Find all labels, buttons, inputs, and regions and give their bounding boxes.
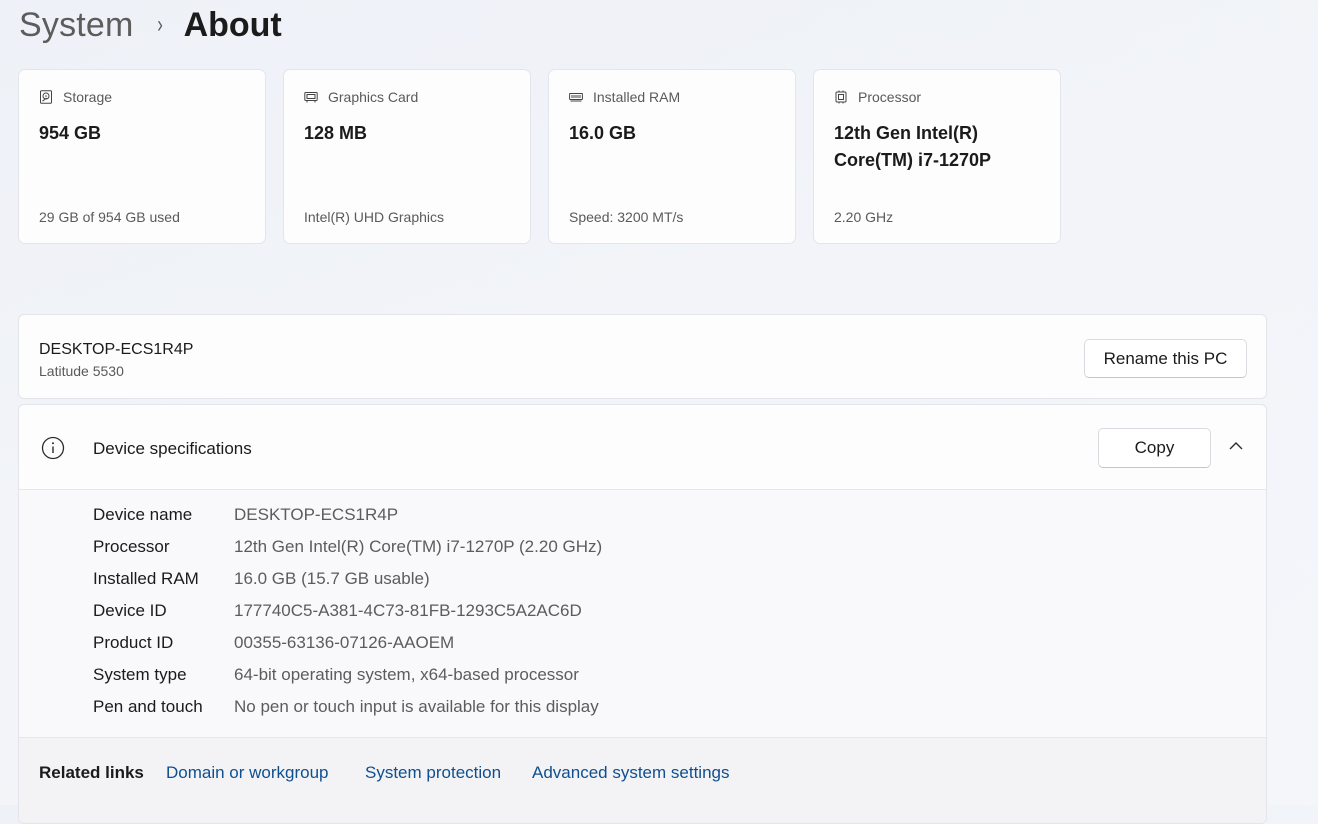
spec-row-device-id: Device ID 177740C5-A381-4C73-81FB-1293C5… [93, 600, 582, 622]
card-header: Processor [834, 89, 921, 105]
card-value: 954 GB [39, 123, 102, 143]
spec-label: Pen and touch [93, 697, 203, 716]
system-protection-link[interactable]: System protection [365, 763, 501, 783]
card-header: Installed RAM [569, 89, 680, 105]
device-specifications-header[interactable]: Device specifications Copy [19, 405, 1266, 490]
related-links-label: Related links [39, 763, 144, 782]
page-title: About [183, 5, 282, 44]
storage-icon [40, 90, 52, 104]
card-value: 16.0 GB [569, 123, 637, 143]
spec-label: Processor [93, 537, 170, 556]
spec-row-processor: Processor 12th Gen Intel(R) Core(TM) i7-… [93, 536, 602, 558]
ram-icon [569, 93, 583, 102]
spec-label: Product ID [93, 633, 174, 652]
device-specifications-list: Device name DESKTOP-ECS1R4P Processor 12… [19, 490, 1266, 737]
spec-value: 12th Gen Intel(R) Core(TM) i7-1270P (2.2… [234, 537, 603, 556]
card-title: Graphics Card [328, 89, 419, 105]
spec-value: 64-bit operating system, x64-based proce… [234, 665, 579, 684]
card-subtext: Intel(R) UHD Graphics [304, 209, 445, 225]
spec-row-pen-and-touch: Pen and touch No pen or touch input is a… [93, 696, 599, 718]
graphics-card-card: Graphics Card 128 MB Intel(R) UHD Graphi… [283, 69, 531, 244]
breadcrumb: System › About [19, 2, 282, 48]
spec-value: No pen or touch input is available for t… [234, 697, 599, 716]
pc-model: Latitude 5530 [39, 363, 124, 379]
breadcrumb-system[interactable]: System [19, 6, 134, 45]
card-title: Installed RAM [593, 89, 681, 105]
spec-row-system-type: System type 64-bit operating system, x64… [93, 664, 579, 686]
graphics-card-icon [304, 92, 318, 103]
spec-value: DESKTOP-ECS1R4P [234, 505, 399, 524]
chevron-up-icon[interactable] [1228, 440, 1244, 452]
processor-card: Processor 12th Gen Intel(R) Core(TM) i7-… [813, 69, 1061, 244]
copy-button[interactable]: Copy [1098, 428, 1211, 468]
card-value: 128 MB [304, 123, 368, 143]
card-header: Graphics Card [304, 89, 418, 105]
advanced-system-settings-link[interactable]: Advanced system settings [532, 763, 729, 783]
pc-name: DESKTOP-ECS1R4P [39, 341, 194, 358]
spec-row-installed-ram: Installed RAM 16.0 GB (15.7 GB usable) [93, 568, 430, 590]
card-subtext: 2.20 GHz [834, 209, 894, 225]
card-subtext: Speed: 3200 MT/s [569, 209, 684, 225]
spec-value: 16.0 GB (15.7 GB usable) [234, 569, 430, 588]
spec-value: 00355-63136-07126-AAOEM [234, 633, 455, 652]
device-specifications-title: Device specifications [93, 439, 252, 458]
spec-label: System type [93, 665, 187, 684]
rename-pc-button[interactable]: Rename this PC [1084, 339, 1247, 378]
spec-row-product-id: Product ID 00355-63136-07126-AAOEM [93, 632, 454, 654]
card-header: Storage [39, 89, 112, 105]
device-specifications-panel: Device specifications Copy Device name D… [18, 404, 1267, 824]
domain-or-workgroup-link[interactable]: Domain or workgroup [166, 763, 329, 783]
card-title: Processor [858, 89, 922, 105]
spec-value: 177740C5-A381-4C73-81FB-1293C5A2AC6D [234, 601, 582, 620]
card-subtext: 29 GB of 954 GB used [39, 209, 180, 225]
card-value: 12th Gen Intel(R) Core(TM) i7-1270P [834, 123, 992, 170]
breadcrumb-separator: › [156, 11, 163, 38]
processor-icon [835, 90, 847, 104]
related-links: Related links Domain or workgroup System… [19, 737, 1266, 823]
card-title: Storage [63, 89, 113, 105]
storage-card: Storage 954 GB 29 GB of 954 GB used [18, 69, 266, 244]
spec-label: Device ID [93, 601, 167, 620]
spec-row-device-name: Device name DESKTOP-ECS1R4P [93, 504, 398, 526]
ram-card: Installed RAM 16.0 GB Speed: 3200 MT/s [548, 69, 796, 244]
info-icon [41, 436, 65, 460]
spec-label: Installed RAM [93, 569, 199, 588]
spec-label: Device name [93, 505, 193, 524]
pc-name-panel: DESKTOP-ECS1R4P Latitude 5530 Rename thi… [18, 314, 1267, 399]
